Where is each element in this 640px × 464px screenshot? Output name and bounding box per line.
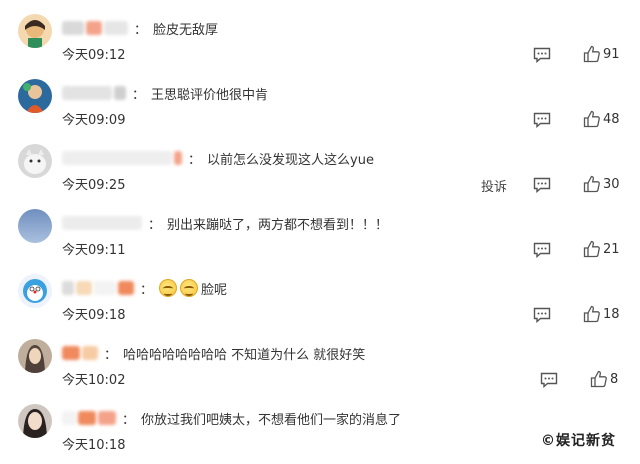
- comment-reply-icon[interactable]: [540, 372, 558, 388]
- avatar[interactable]: [18, 404, 52, 438]
- colon-separator: ：: [188, 152, 202, 168]
- comment-item: ： 脸呢 今天09:18 18: [0, 274, 640, 340]
- avatar[interactable]: [18, 339, 52, 373]
- comment-time: 今天10:02: [62, 373, 126, 388]
- comment-text: 王思聪评价他很中肯: [151, 87, 269, 103]
- colon-separator: ：: [122, 412, 136, 428]
- comment-item: ： 脸皮无敌厚 今天09:12 91: [0, 14, 640, 80]
- like-count: 21: [603, 242, 620, 257]
- username-redacted[interactable]: [174, 151, 182, 165]
- username-redacted[interactable]: [62, 346, 80, 360]
- comment-time: 今天09:18: [62, 308, 126, 323]
- colon-separator: ：: [140, 282, 154, 298]
- username-redacted[interactable]: [86, 21, 102, 35]
- thumbs-up-icon[interactable]: [583, 45, 601, 63]
- username-redacted[interactable]: [94, 281, 116, 295]
- thumbs-up-icon[interactable]: [590, 370, 608, 388]
- username-redacted[interactable]: [62, 216, 142, 230]
- colon-separator: ：: [148, 217, 162, 233]
- like-count: 30: [603, 177, 620, 192]
- username-redacted[interactable]: [98, 411, 116, 425]
- comment-item: ： 别出来蹦哒了，两方都不想看到！！！ 今天09:11 21: [0, 209, 640, 275]
- comment-text: 脸呢: [201, 282, 228, 298]
- like-count: 18: [603, 307, 620, 322]
- username-redacted[interactable]: [62, 281, 74, 295]
- comment-time: 今天09:12: [62, 48, 126, 63]
- username-redacted[interactable]: [78, 411, 96, 425]
- comment-item: ： 王思聪评价他很中肯 今天09:09 48: [0, 79, 640, 145]
- username-redacted[interactable]: [62, 86, 112, 100]
- like-count: 91: [603, 47, 620, 62]
- username-redacted[interactable]: [104, 21, 128, 35]
- thumbs-up-icon[interactable]: [583, 240, 601, 258]
- username-redacted[interactable]: [62, 21, 84, 35]
- comment-text: 脸皮无敌厚: [153, 22, 219, 38]
- comment-reply-icon[interactable]: [533, 242, 551, 258]
- comment-item: ： 以前怎么没发现这人这么yue 今天09:25 投诉 30: [0, 144, 640, 210]
- comment-reply-icon[interactable]: [533, 307, 551, 323]
- username-redacted[interactable]: [62, 411, 76, 425]
- smile-emoji-icon: [159, 279, 178, 297]
- avatar[interactable]: [18, 79, 52, 113]
- comment-reply-icon[interactable]: [533, 177, 551, 193]
- username-redacted[interactable]: [118, 281, 134, 295]
- username-redacted[interactable]: [76, 281, 92, 295]
- comment-time: 今天10:18: [62, 438, 126, 453]
- comment-text: 别出来蹦哒了，两方都不想看到！！！: [167, 217, 389, 233]
- comment-reply-icon[interactable]: [533, 112, 551, 128]
- colon-separator: ：: [104, 347, 118, 363]
- colon-separator: ：: [132, 87, 146, 103]
- comment-item: ： 哈哈哈哈哈哈哈哈 不知道为什么 就很好笑 今天10:02 8: [0, 339, 640, 405]
- avatar[interactable]: [18, 144, 52, 178]
- username-redacted[interactable]: [62, 151, 172, 165]
- comment-time: 今天09:09: [62, 113, 126, 128]
- comment-text: 哈哈哈哈哈哈哈哈 不知道为什么 就很好笑: [123, 347, 366, 363]
- avatar[interactable]: [18, 14, 52, 48]
- like-count: 48: [603, 112, 620, 127]
- thumbs-up-icon[interactable]: [583, 175, 601, 193]
- username-redacted[interactable]: [114, 86, 126, 100]
- colon-separator: ：: [134, 22, 148, 38]
- avatar[interactable]: [18, 209, 52, 243]
- comment-time: 今天09:25: [62, 178, 126, 193]
- comment-text: 以前怎么没发现这人这么yue: [207, 152, 374, 168]
- like-count: 8: [610, 372, 619, 387]
- thumbs-up-icon[interactable]: [583, 110, 601, 128]
- smile-emoji-icon: [180, 279, 199, 297]
- username-redacted[interactable]: [82, 346, 98, 360]
- comment-time: 今天09:11: [62, 243, 126, 258]
- avatar[interactable]: [18, 274, 52, 308]
- comment-reply-icon[interactable]: [533, 47, 551, 63]
- report-button[interactable]: 投诉: [481, 176, 507, 195]
- comment-text: 你放过我们吧姨太，不想看他们一家的消息了: [141, 412, 402, 428]
- thumbs-up-icon[interactable]: [583, 305, 601, 323]
- watermark: ©娱记新贫: [541, 433, 616, 449]
